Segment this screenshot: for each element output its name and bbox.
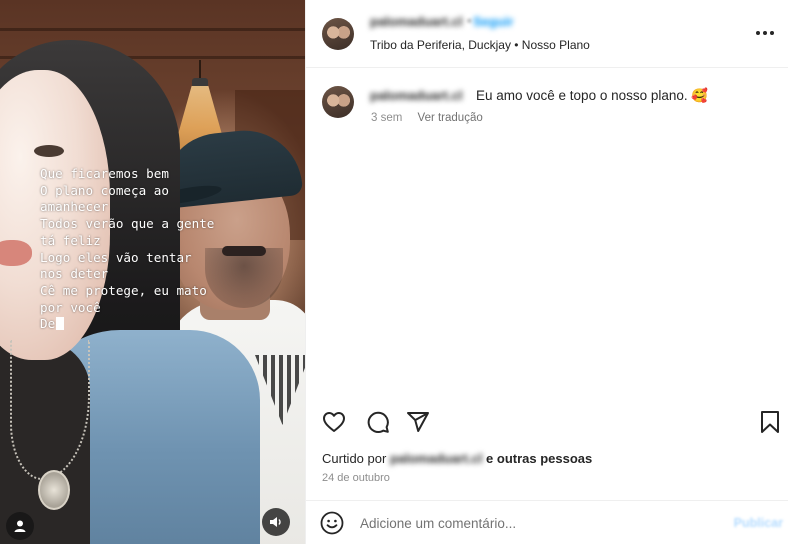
lyrics-overlay: Que ficaremos bem O plano começa ao aman… [40,166,290,333]
caption-avatar[interactable] [322,86,354,118]
lyric-line: nos deter [40,266,109,282]
likes-summary: Curtido por palomaduart.cl e outras pess… [322,451,592,466]
caption-text: Eu amo você e topo o nosso plano. 🥰 [476,88,709,103]
lyric-line: Que ficaremos bem [40,166,169,181]
comment-button[interactable] [364,408,392,436]
emoji-button[interactable] [320,511,346,537]
post-media[interactable]: Que ficaremos bem O plano começa ao aman… [0,0,305,544]
save-button[interactable] [756,408,784,436]
text-caret [56,317,65,331]
lyric-line: Logo eles vão tentar [40,249,192,265]
lyric-line: De [40,316,56,332]
more-options-button[interactable] [751,22,779,44]
audio-track-link[interactable]: Tribo da Periferia, Duckjay • Nosso Plan… [370,38,590,52]
caption-meta: 3 sem Ver tradução [371,112,495,124]
lyric-line: O plano começa ao [40,182,169,198]
likes-others-link[interactable]: e outras pessoas [486,451,592,466]
publish-button[interactable]: Publicar [734,516,783,530]
comment-input[interactable] [360,510,710,536]
lyric-line: Cê me protege, eu mato [40,282,207,298]
woman-eye [34,145,64,157]
author-username[interactable]: palomaduart.cl [370,14,462,29]
woman-lips [0,240,32,266]
heart-icon [323,412,345,432]
caption-time[interactable]: 3 sem [371,112,402,124]
post-header: palomaduart.cl • Seguir Tribo da Perifer… [306,0,788,68]
tagged-users-button[interactable] [6,512,34,540]
post-sidebar: palomaduart.cl • Seguir Tribo da Perifer… [305,0,788,544]
comment-composer: Publicar [306,500,788,544]
lyric-line: por você [40,299,101,315]
lyric-line: amanhecer [40,199,109,215]
pendant [38,470,70,510]
more-icon [756,31,760,35]
share-button[interactable] [404,408,432,436]
lyric-line-last: De [40,316,290,333]
smiley-icon [320,511,344,535]
comment-icon [367,411,389,433]
post-date[interactable]: 24 de outubro [322,472,390,484]
share-icon [407,412,429,432]
mute-button[interactable] [262,508,290,536]
user-icon [14,520,26,532]
follow-button[interactable]: Seguir [473,14,513,29]
lyric-line: tá feliz [40,232,101,248]
header-separator: • [467,13,472,28]
like-button[interactable] [320,408,348,436]
lyric-line: Todos verão que a gente [40,216,215,232]
caption-username[interactable]: palomaduart.cl [370,88,462,103]
see-translation-link[interactable]: Ver tradução [418,112,483,124]
bookmark-icon [761,411,779,433]
speaker-icon [270,517,281,527]
action-bar [320,408,780,436]
likes-username[interactable]: palomaduart.cl [390,451,482,466]
ceiling-beam [0,28,305,31]
author-avatar[interactable] [322,18,354,50]
likes-prefix: Curtido por [322,451,387,466]
